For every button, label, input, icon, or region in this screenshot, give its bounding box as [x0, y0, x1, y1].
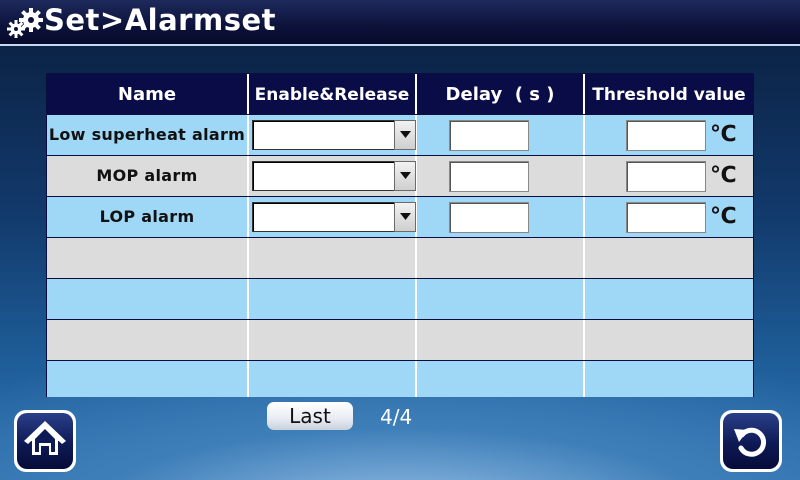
home-icon [24, 421, 66, 455]
enable-release-dropdown[interactable] [252, 202, 416, 232]
table-row-empty [47, 320, 753, 360]
home-button[interactable] [14, 410, 76, 472]
last-page-button[interactable]: Last [267, 402, 353, 430]
enable-release-cell [249, 115, 417, 155]
chevron-down-icon [400, 213, 411, 220]
column-header-delay: Delay ( s ) [417, 74, 585, 114]
page-title: Set>Alarmset [44, 3, 276, 37]
unit-label: ℃ [710, 204, 737, 229]
table-row-empty [47, 361, 753, 397]
threshold-input[interactable] [626, 161, 706, 192]
enable-release-dropdown[interactable] [252, 120, 416, 150]
delay-input[interactable] [449, 120, 529, 151]
delay-input[interactable] [449, 202, 529, 233]
table-row: LOP alarm ℃ [47, 197, 753, 237]
table-row: Low superheat alarm ℃ [47, 115, 753, 155]
chevron-down-icon [400, 131, 411, 138]
enable-release-cell [249, 197, 417, 237]
dropdown-arrow-button[interactable] [394, 120, 416, 150]
threshold-input[interactable] [626, 120, 706, 151]
chevron-down-icon [400, 172, 411, 179]
table-row: MOP alarm ℃ [47, 156, 753, 196]
table-row-empty [47, 279, 753, 319]
page-indicator: 4/4 [380, 405, 413, 429]
threshold-cell: ℃ [585, 115, 753, 155]
alarm-table: Name Enable&Release Delay ( s ) Threshol… [46, 73, 754, 397]
dropdown-arrow-button[interactable] [394, 202, 416, 232]
unit-label: ℃ [710, 163, 737, 188]
back-button[interactable] [720, 410, 782, 472]
alarm-name: Low superheat alarm [47, 115, 249, 155]
alarm-name: LOP alarm [47, 197, 249, 237]
threshold-cell: ℃ [585, 197, 753, 237]
column-header-enable-release: Enable&Release [249, 74, 417, 114]
column-header-threshold: Threshold value [585, 74, 753, 114]
enable-release-dropdown[interactable] [252, 161, 416, 191]
enable-release-cell [249, 156, 417, 196]
delay-input[interactable] [449, 161, 529, 192]
column-header-name: Name [47, 74, 249, 114]
unit-label: ℃ [710, 122, 737, 147]
title-bar: Set>Alarmset [0, 0, 800, 46]
alarm-name: MOP alarm [47, 156, 249, 196]
back-arrow-icon [734, 427, 767, 457]
screen: Set>Alarmset Name Enable&Release Delay (… [0, 0, 800, 480]
table-row-empty [47, 238, 753, 278]
gears-icon [7, 8, 43, 38]
threshold-input[interactable] [626, 202, 706, 233]
delay-cell [417, 197, 585, 237]
delay-cell [417, 115, 585, 155]
threshold-cell: ℃ [585, 156, 753, 196]
table-header-row: Name Enable&Release Delay ( s ) Threshol… [47, 74, 753, 114]
dropdown-arrow-button[interactable] [394, 161, 416, 191]
delay-cell [417, 156, 585, 196]
